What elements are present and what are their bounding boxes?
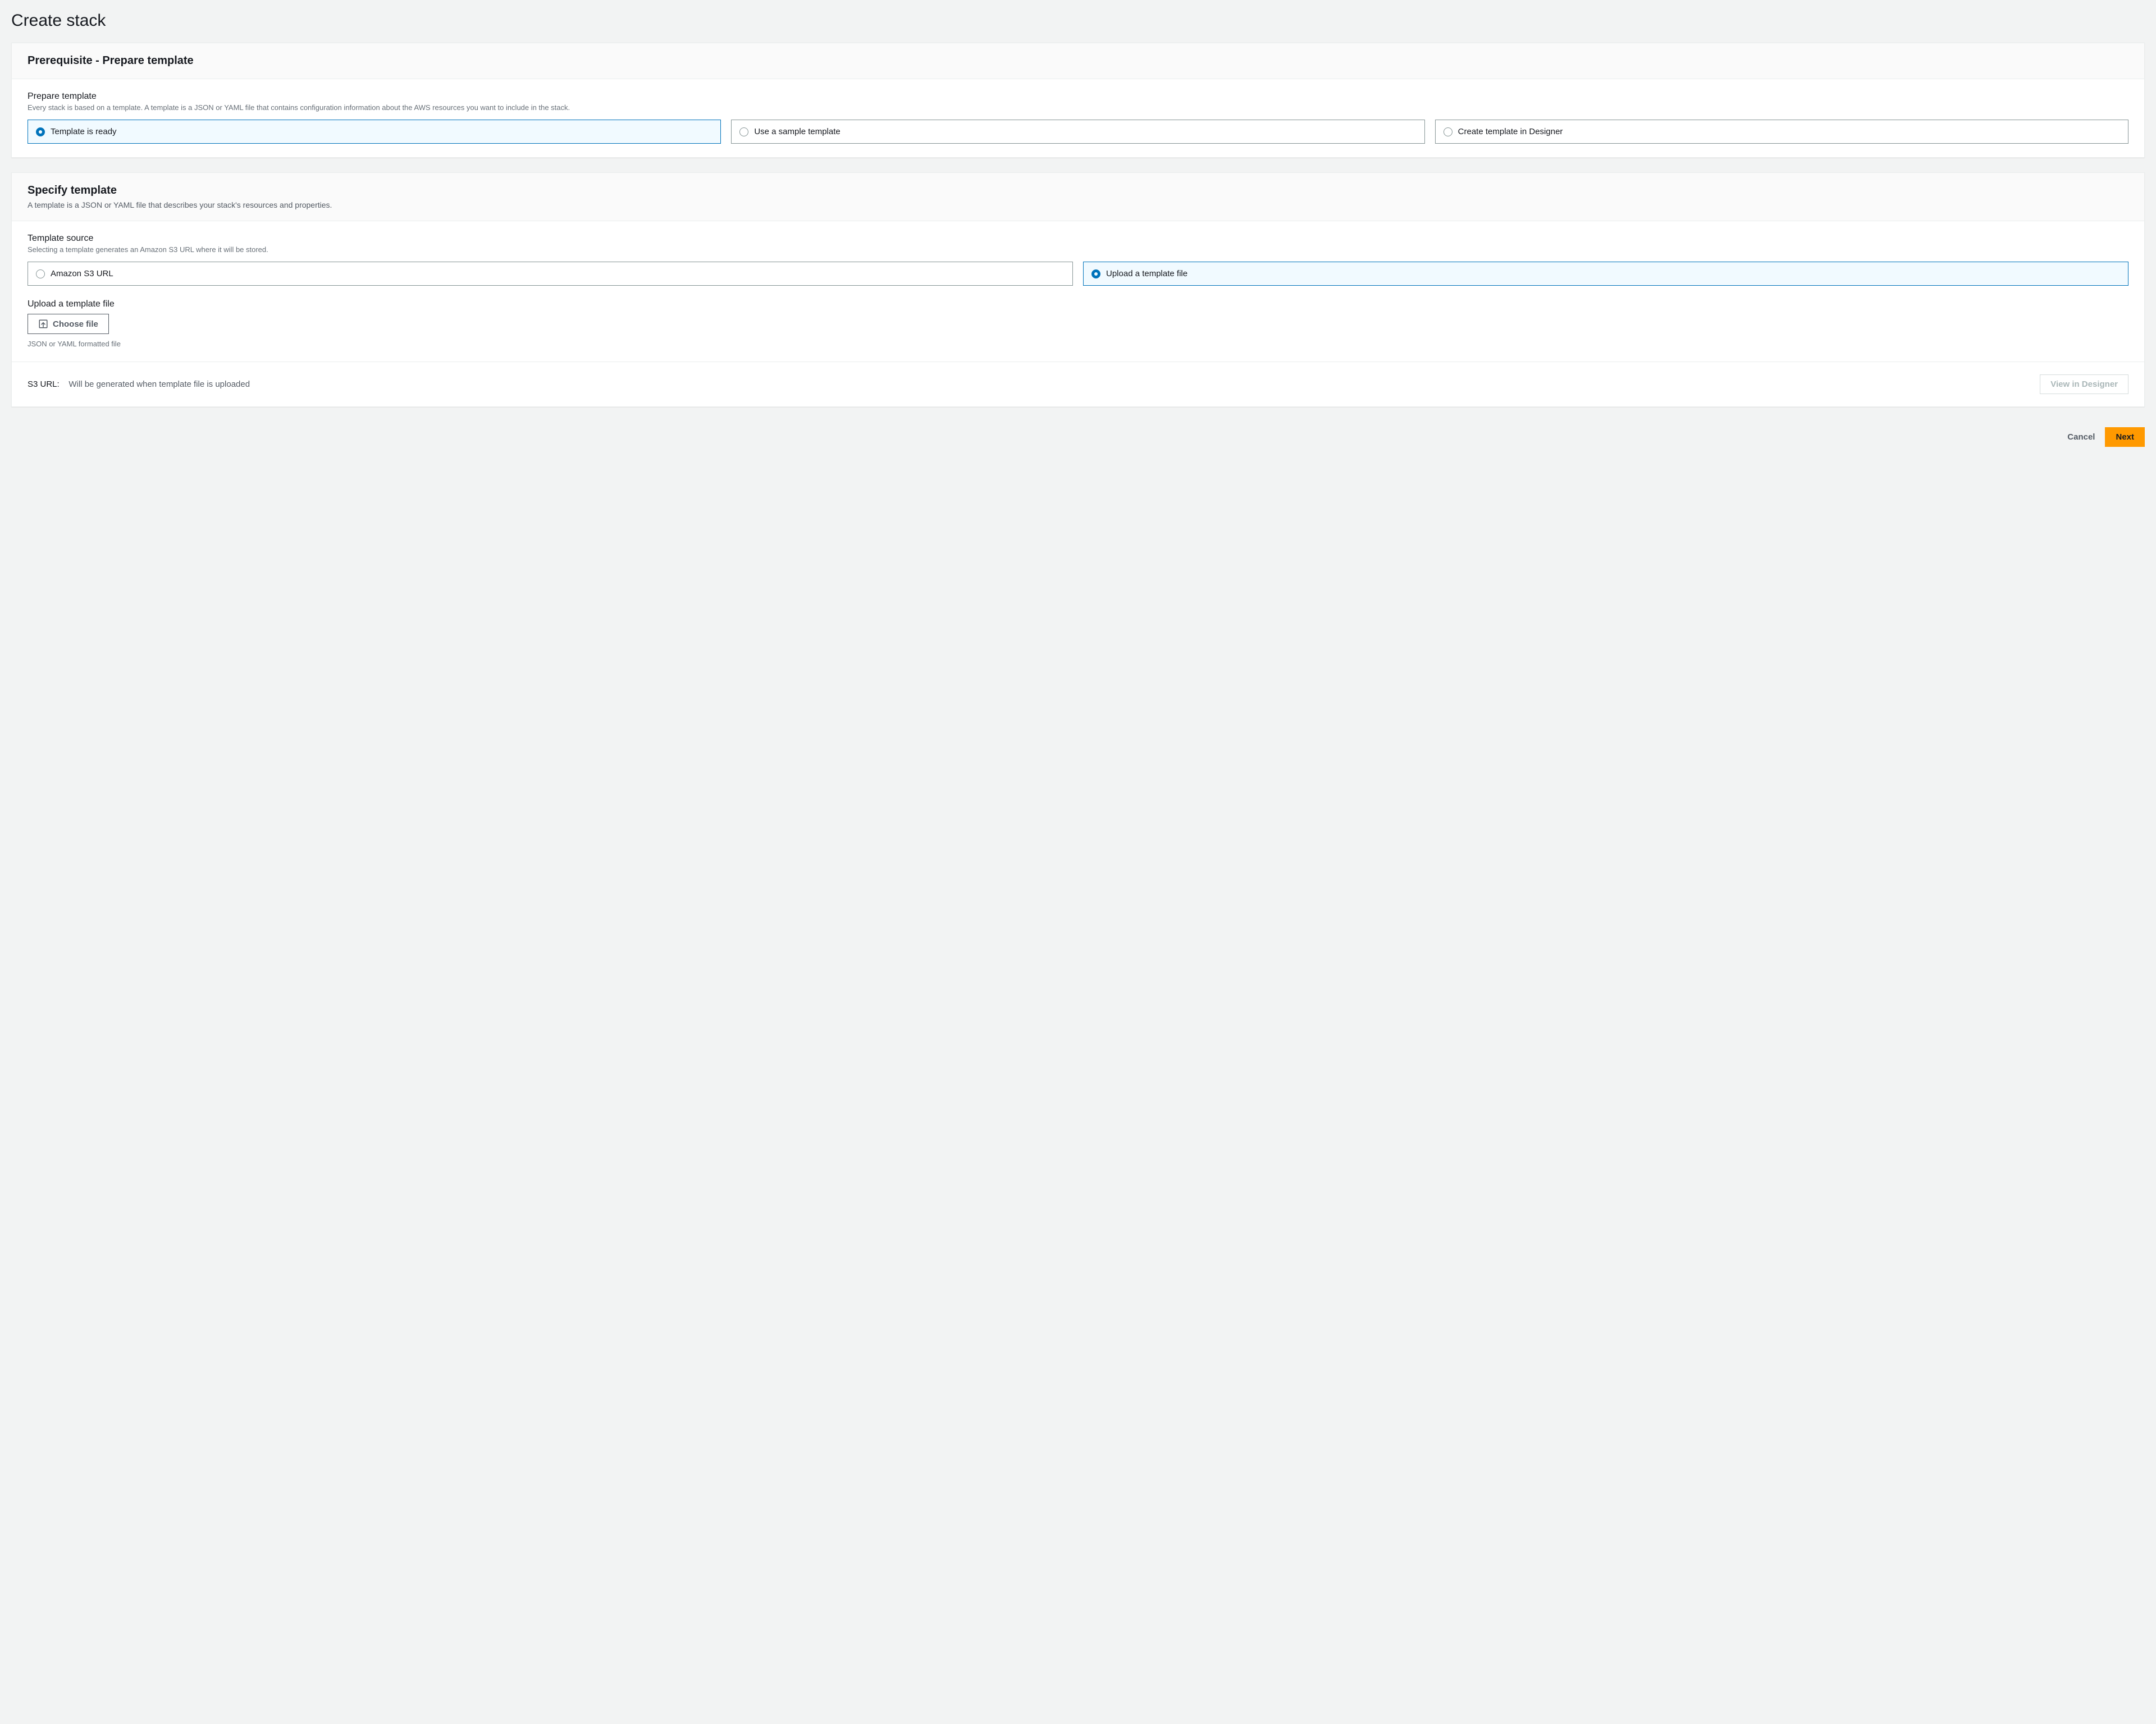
upload-icon	[38, 319, 48, 329]
s3-url-row: S3 URL: Will be generated when template …	[12, 362, 2144, 406]
radio-label: Upload a template file	[1106, 269, 1187, 278]
template-source-desc: Selecting a template generates an Amazon…	[28, 245, 2128, 255]
radio-icon	[36, 269, 45, 278]
radio-label: Use a sample template	[754, 127, 840, 136]
prepare-template-label: Prepare template	[28, 92, 2128, 102]
page-actions: Cancel Next	[11, 422, 2145, 447]
upload-file-hint: JSON or YAML formatted file	[28, 340, 2128, 348]
prerequisite-heading: Prerequisite - Prepare template	[28, 54, 2128, 67]
radio-amazon-s3-url[interactable]: Amazon S3 URL	[28, 262, 1073, 286]
prerequisite-panel: Prerequisite - Prepare template Prepare …	[11, 43, 2145, 158]
radio-label: Amazon S3 URL	[51, 269, 113, 278]
prerequisite-header: Prerequisite - Prepare template	[12, 43, 2144, 79]
s3-url-value: Will be generated when template file is …	[68, 379, 250, 389]
radio-icon	[739, 127, 748, 136]
s3-url-label: S3 URL:	[28, 379, 60, 389]
radio-icon	[1091, 269, 1100, 278]
radio-label: Create template in Designer	[1458, 127, 1563, 136]
choose-file-button[interactable]: Choose file	[28, 314, 109, 334]
view-in-designer-button[interactable]: View in Designer	[2040, 374, 2128, 394]
radio-label: Template is ready	[51, 127, 117, 136]
cancel-button[interactable]: Cancel	[2067, 427, 2095, 447]
radio-icon	[1444, 127, 1452, 136]
next-button[interactable]: Next	[2105, 427, 2145, 447]
template-source-label: Template source	[28, 234, 2128, 244]
radio-upload-template-file[interactable]: Upload a template file	[1083, 262, 2128, 286]
specify-heading: Specify template	[28, 184, 2128, 197]
prepare-template-desc: Every stack is based on a template. A te…	[28, 103, 2128, 113]
radio-icon	[36, 127, 45, 136]
radio-use-sample[interactable]: Use a sample template	[731, 120, 1424, 144]
specify-subtext: A template is a JSON or YAML file that d…	[28, 200, 2128, 209]
choose-file-label: Choose file	[53, 319, 98, 329]
radio-create-designer[interactable]: Create template in Designer	[1435, 120, 2128, 144]
upload-file-label: Upload a template file	[28, 299, 2128, 309]
radio-template-ready[interactable]: Template is ready	[28, 120, 721, 144]
specify-template-panel: Specify template A template is a JSON or…	[11, 172, 2145, 407]
specify-header: Specify template A template is a JSON or…	[12, 173, 2144, 221]
page-title: Create stack	[11, 11, 2145, 30]
